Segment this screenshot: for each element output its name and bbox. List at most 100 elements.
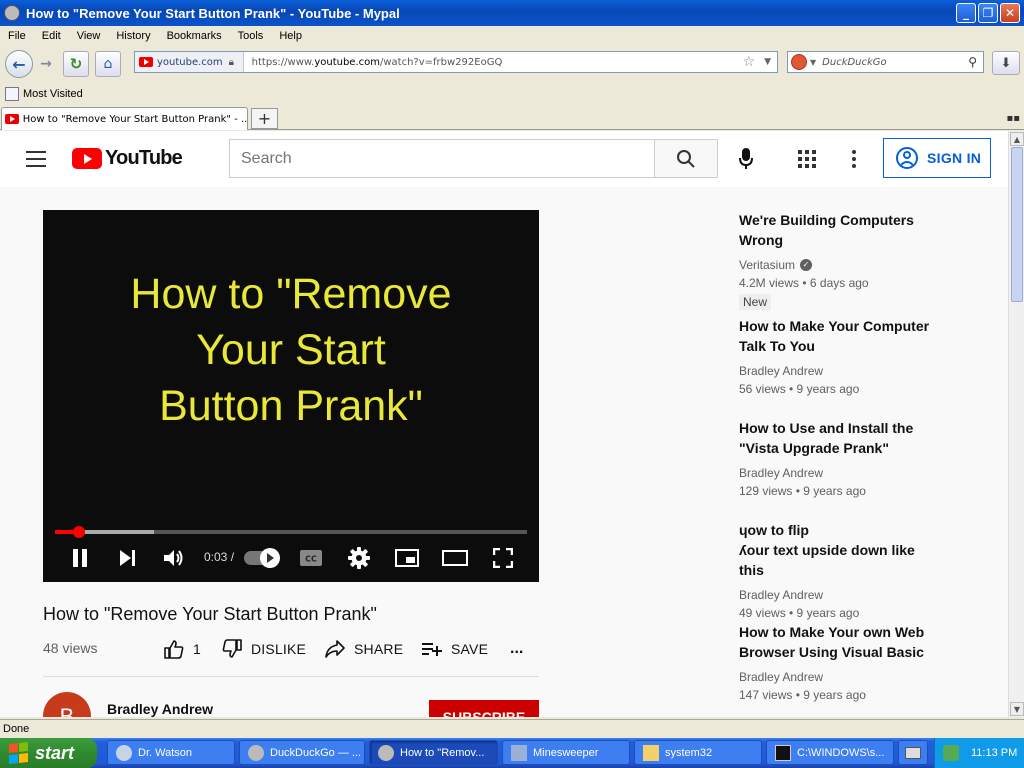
related-video-title[interactable]: How to Make Your Computer Talk To You: [739, 316, 939, 356]
scroll-thumb[interactable]: [1011, 147, 1023, 302]
system-tray: 11:13 PM: [934, 738, 1024, 768]
tab-favicon-icon: [5, 114, 19, 124]
menu-view[interactable]: View: [69, 30, 109, 42]
search-icon[interactable]: ⚲: [968, 55, 977, 69]
minimize-button[interactable]: _: [956, 3, 976, 23]
fullscreen-button[interactable]: [491, 545, 515, 571]
settings-button[interactable]: [347, 545, 371, 571]
menu-tools[interactable]: Tools: [230, 30, 272, 42]
related-video-title[interactable]: ɥow to flip ʎour text upside down like t…: [739, 520, 939, 580]
taskbar-button-system32[interactable]: system32: [634, 740, 762, 765]
home-button[interactable]: ⌂: [95, 51, 121, 77]
maximize-button[interactable]: ❐: [978, 3, 998, 23]
new-tab-button[interactable]: +: [251, 108, 278, 129]
video-player[interactable]: How to "Remove Your Start Button Prank" …: [43, 210, 539, 582]
microphone-icon: [739, 148, 753, 169]
captions-button[interactable]: CC: [299, 545, 323, 571]
related-video[interactable]: How to Use and Install the "Vista Upgrad…: [739, 418, 939, 498]
theater-mode-button[interactable]: [442, 545, 468, 571]
site-identity-button[interactable]: youtube.com 🔒︎: [135, 52, 244, 72]
pause-button[interactable]: [68, 545, 92, 571]
url-prefix: https://www.: [251, 56, 315, 68]
apps-grid-icon[interactable]: [798, 150, 816, 168]
network-icon[interactable]: [943, 745, 959, 761]
menu-file[interactable]: File: [0, 30, 34, 42]
search-engine-box[interactable]: ▼ DuckDuckGo ⚲: [787, 51, 984, 73]
mute-button[interactable]: [162, 545, 186, 571]
settings-more-icon[interactable]: [852, 150, 856, 168]
window-title-bar[interactable]: How to "Remove Your Start Button Prank" …: [0, 0, 1024, 26]
progress-bar[interactable]: [55, 526, 527, 538]
menu-history[interactable]: History: [108, 30, 158, 42]
back-button[interactable]: ←: [5, 50, 33, 78]
related-video-title[interactable]: How to Use and Install the "Vista Upgrad…: [739, 418, 939, 458]
url-text[interactable]: https://www.youtube.com/watch?v=frbw292E…: [252, 57, 503, 68]
voice-search-button[interactable]: [737, 147, 755, 171]
more-actions-button[interactable]: ...: [510, 638, 523, 660]
page-content: YouTube SIGN IN How to "Remove Your Star…: [0, 131, 1008, 717]
taskbar-button-minesweeper[interactable]: Minesweeper: [502, 740, 630, 765]
related-channel-label: Veritasium: [739, 258, 796, 272]
taskbar-button-duckduckgo[interactable]: DuckDuckGo — ...: [239, 740, 365, 765]
page-scrollbar[interactable]: ▲ ▼: [1008, 131, 1024, 717]
scroll-up-arrow-icon[interactable]: ▲: [1010, 132, 1024, 146]
share-button[interactable]: SHARE: [325, 638, 403, 660]
related-video[interactable]: How to Make Your own Web Browser Using V…: [739, 622, 939, 702]
url-history-dropdown-icon[interactable]: ▼: [764, 57, 771, 67]
taskbar-button-command-prompt[interactable]: C:\WINDOWS\s...: [766, 740, 894, 765]
theater-icon: [442, 550, 468, 566]
related-video[interactable]: We're Building Computers Wrong Veritasiu…: [739, 210, 939, 310]
related-video[interactable]: How to Make Your Computer Talk To You Br…: [739, 316, 939, 396]
youtube-logo[interactable]: YouTube: [72, 147, 183, 170]
divider: [43, 676, 539, 677]
scrubber-handle[interactable]: [72, 526, 85, 538]
next-button[interactable]: [115, 545, 139, 571]
reload-button[interactable]: ↻: [63, 51, 89, 77]
dislike-button[interactable]: DISLIKE: [222, 638, 306, 660]
miniplayer-button[interactable]: [395, 545, 419, 571]
browser-app-icon[interactable]: [4, 5, 20, 21]
folder-icon: [643, 744, 659, 761]
bookmark-star-icon[interactable]: ☆: [742, 54, 755, 70]
forward-button[interactable]: →: [35, 51, 57, 77]
view-count: 48 views: [43, 640, 98, 656]
like-button[interactable]: 1: [164, 638, 201, 660]
search-button[interactable]: [654, 139, 718, 178]
clock[interactable]: 11:13 PM: [971, 747, 1017, 759]
youtube-favicon-icon: [139, 57, 153, 67]
taskbar-button-dr-watson[interactable]: Dr. Watson: [107, 740, 235, 765]
windows-flag-icon: [9, 742, 29, 764]
related-video-channel: Veritasium ✓: [739, 258, 939, 272]
tab-list-icon[interactable]: ▪▪: [1006, 113, 1020, 124]
duckduckgo-icon[interactable]: [791, 54, 807, 70]
command-prompt-icon: [775, 744, 791, 761]
captions-icon: CC: [300, 550, 322, 566]
start-button[interactable]: start: [0, 738, 97, 768]
menu-help[interactable]: Help: [271, 30, 310, 42]
subscribe-button[interactable]: SUBSCRIBE: [429, 700, 539, 717]
bookmark-most-visited[interactable]: Most Visited: [23, 88, 83, 100]
back-arrow-icon: ←: [12, 54, 26, 74]
address-bar[interactable]: youtube.com 🔒︎ https://www.youtube.com/w…: [134, 51, 778, 73]
related-video[interactable]: ɥow to flip ʎour text upside down like t…: [739, 520, 939, 620]
channel-avatar[interactable]: B: [43, 692, 91, 717]
menu-edit[interactable]: Edit: [34, 30, 69, 42]
scroll-down-arrow-icon[interactable]: ▼: [1010, 702, 1024, 716]
close-button[interactable]: ✕: [1000, 3, 1020, 23]
save-button[interactable]: SAVE: [422, 638, 488, 660]
channel-name[interactable]: Bradley Andrew: [107, 701, 213, 717]
tab-youtube-video[interactable]: How to "Remove Your Start Button Prank" …: [1, 107, 248, 130]
forward-arrow-icon: →: [40, 56, 52, 72]
downloads-button[interactable]: ⬇: [992, 51, 1020, 75]
dr-watson-icon: [116, 744, 132, 761]
taskbar-button-youtube[interactable]: How to "Remov...: [369, 740, 498, 765]
autoplay-toggle[interactable]: [244, 548, 280, 568]
menu-bookmarks[interactable]: Bookmarks: [159, 30, 230, 42]
keyboard-language-button[interactable]: [898, 740, 928, 765]
search-input[interactable]: [230, 140, 654, 177]
related-video-title[interactable]: How to Make Your own Web Browser Using V…: [739, 622, 939, 662]
hamburger-menu-icon[interactable]: [26, 151, 46, 167]
engine-dropdown-icon[interactable]: ▼: [810, 58, 816, 67]
sign-in-button[interactable]: SIGN IN: [883, 138, 991, 178]
related-video-title[interactable]: We're Building Computers Wrong: [739, 210, 939, 250]
